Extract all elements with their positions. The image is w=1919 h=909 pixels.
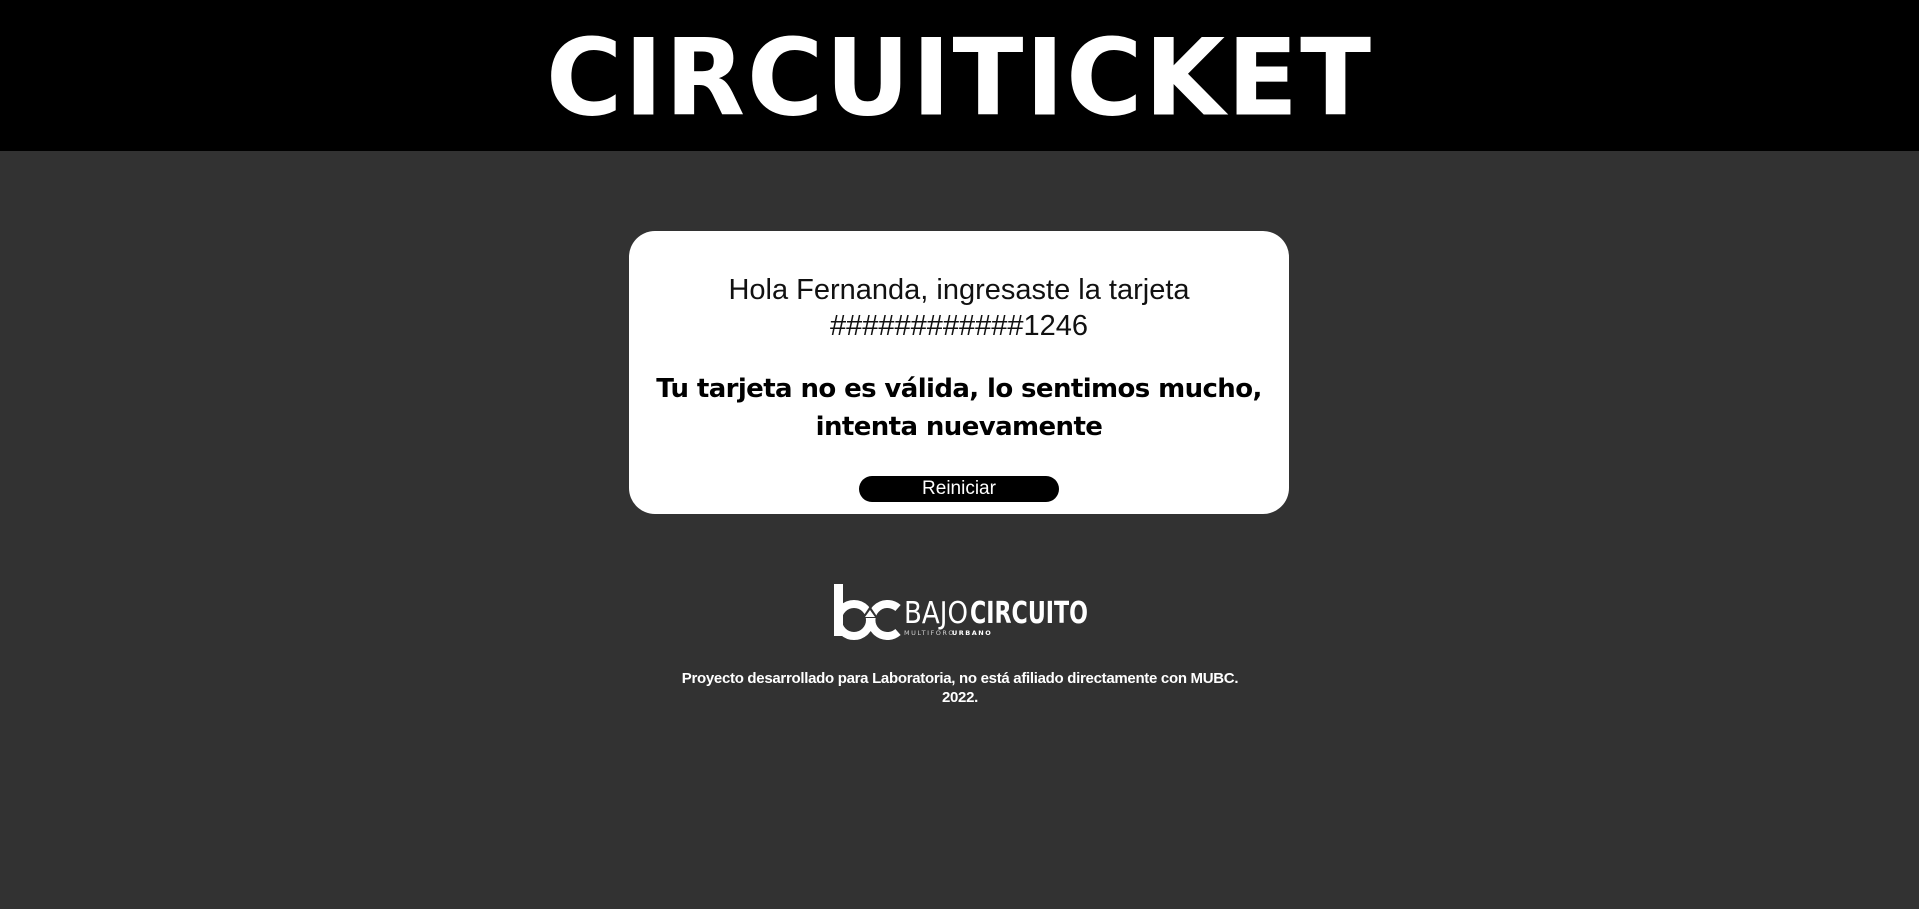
result-card: Hola Fernanda, ingresaste la tarjeta ###… [629,231,1289,514]
logo-word-circuito: CIRCUITO [970,596,1088,631]
site-header: CIRCUITICKET [0,0,1919,151]
brand-title: CIRCUITICKET [545,15,1374,140]
masked-card-number: ############1246 [829,310,1089,342]
invalid-card-message: Tu tarjeta no es válida, lo sentimos muc… [656,374,1262,442]
greeting-line: Hola Fernanda, ingresaste la tarjeta [728,274,1190,306]
reset-button[interactable]: Reiniciar [859,476,1059,502]
logo-word-bajo: BAJO [904,596,968,631]
greeting-text: Hola Fernanda, ingresaste la tarjeta ###… [689,272,1229,344]
logo-tagline-urbano: URBANO [952,629,992,637]
footer-line: Proyecto desarrollado para Laboratoria, … [681,670,1239,687]
footer-disclaimer: Proyecto desarrollado para Laboratoria, … [560,669,1360,707]
footer-year: 2022. [941,689,979,706]
bajo-circuito-logo: BAJO CIRCUITO MULTIFORO URBANO [832,580,1092,640]
logo-tagline-multiforo: MULTIFORO [904,629,955,637]
bajo-circuito-logo-icon: BAJO CIRCUITO MULTIFORO URBANO [834,584,1088,640]
